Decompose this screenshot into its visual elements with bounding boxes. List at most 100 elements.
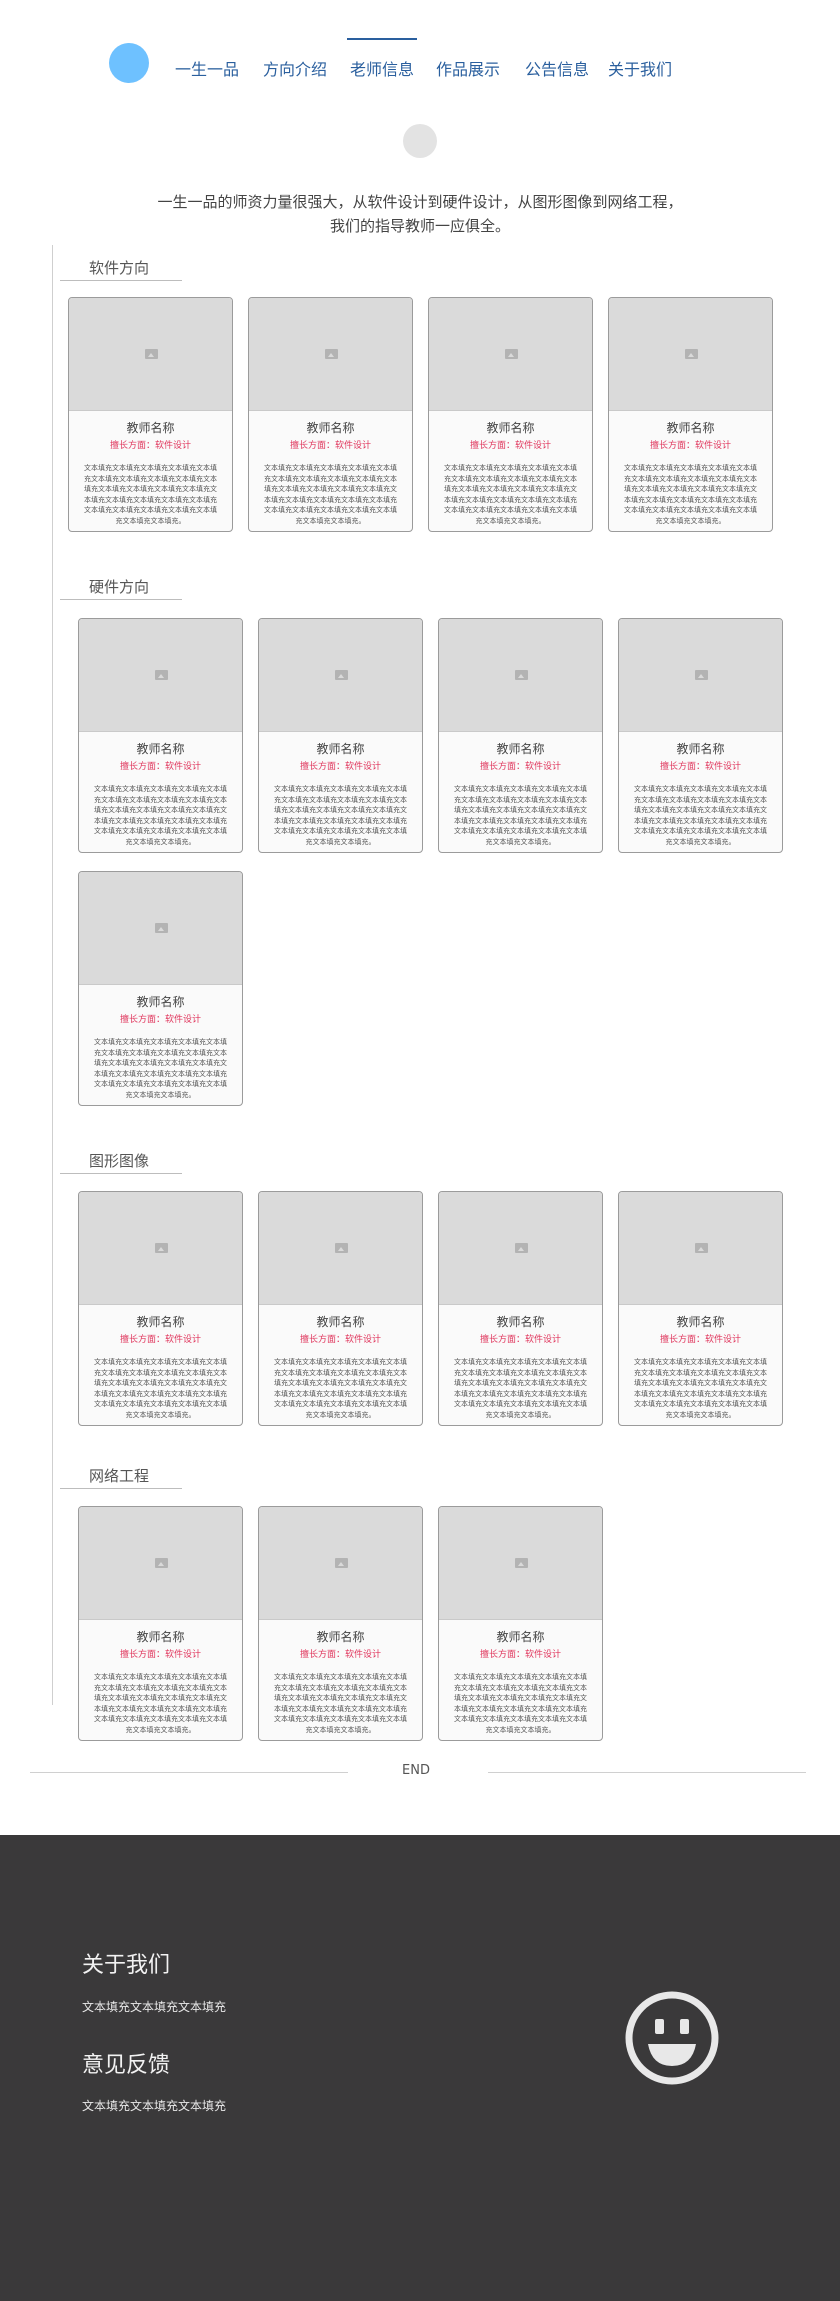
footer-about-title[interactable]: 关于我们 [82,1947,170,1979]
teacher-photo [79,1507,242,1620]
teacher-description: 文本填充文本填充文本填充文本填充文本填充文本填充文本填充文本填充文本填充文本填充… [444,464,577,525]
teacher-photo [79,1192,242,1305]
image-placeholder-icon [505,349,518,359]
nav-item-announcements[interactable]: 公告信息 [525,56,589,80]
teacher-specialty: 擅长方面：软件设计 [659,762,741,772]
teacher-card[interactable]: 教师名称 擅长方面：软件设计 文本填充文本填充文本填充文本填充文本填充文本填充文… [608,297,773,532]
teacher-photo [439,619,602,732]
teacher-description: 文本填充文本填充文本填充文本填充文本填充文本填充文本填充文本填充文本填充文本填充… [94,1038,227,1099]
teacher-card[interactable]: 教师名称 擅长方面：软件设计 文本填充文本填充文本填充文本填充文本填充文本填充文… [438,618,603,853]
teacher-card[interactable]: 教师名称 擅长方面：软件设计 文本填充文本填充文本填充文本填充文本填充文本填充文… [78,618,243,853]
teacher-name: 教师名称 [306,421,355,435]
teacher-card[interactable]: 教师名称 擅长方面：软件设计 文本填充文本填充文本填充文本填充文本填充文本填充文… [258,1191,423,1426]
teacher-card[interactable]: 教师名称 擅长方面：软件设计 文本填充文本填充文本填充文本填充文本填充文本填充文… [258,618,423,853]
footer-feedback-title[interactable]: 意见反馈 [82,2047,170,2079]
image-placeholder-icon [335,1558,348,1568]
teacher-specialty: 擅长方面：软件设计 [119,1650,201,1660]
footer-feedback-text: 文本填充文本填充文本填充 [82,2099,227,2113]
teacher-specialty: 擅长方面：软件设计 [479,1335,561,1345]
teacher-photo [619,619,782,732]
end-label: END [402,1763,430,1778]
image-placeholder-icon [335,1243,348,1253]
teacher-card[interactable]: 教师名称 擅长方面：软件设计 文本填充文本填充文本填充文本填充文本填充文本填充文… [248,297,413,532]
timeline-divider [52,245,53,1705]
teacher-name: 教师名称 [136,742,185,756]
teacher-description: 文本填充文本填充文本填充文本填充文本填充文本填充文本填充文本填充文本填充文本填充… [634,1358,767,1419]
teacher-photo [439,1192,602,1305]
teacher-description: 文本填充文本填充文本填充文本填充文本填充文本填充文本填充文本填充文本填充文本填充… [94,1673,227,1734]
teacher-card[interactable]: 教师名称 擅长方面：软件设计 文本填充文本填充文本填充文本填充文本填充文本填充文… [438,1506,603,1741]
image-placeholder-icon [515,1558,528,1568]
teacher-card[interactable]: 教师名称 擅长方面：软件设计 文本填充文本填充文本填充文本填充文本填充文本填充文… [78,1506,243,1741]
nav-item-teachers[interactable]: 老师信息 [346,38,418,80]
intro-line-2: 我们的指导教师一应俱全。 [329,217,510,235]
nav-item-directions[interactable]: 方向介绍 [263,56,327,80]
teacher-description: 文本填充文本填充文本填充文本填充文本填充文本填充文本填充文本填充文本填充文本填充… [454,1358,587,1419]
end-line-right [488,1772,806,1773]
teacher-description: 文本填充文本填充文本填充文本填充文本填充文本填充文本填充文本填充文本填充文本填充… [624,464,757,525]
section-title-software: 软件方向 [60,257,182,281]
teacher-photo [609,298,772,411]
teacher-name: 教师名称 [136,1315,185,1329]
teacher-name: 教师名称 [486,421,535,435]
section-title-graphics: 图形图像 [60,1150,182,1174]
teacher-photo [79,619,242,732]
teacher-name: 教师名称 [126,421,175,435]
decorative-dot [403,124,437,158]
teacher-description: 文本填充文本填充文本填充文本填充文本填充文本填充文本填充文本填充文本填充文本填充… [274,785,407,846]
teacher-card[interactable]: 教师名称 擅长方面：软件设计 文本填充文本填充文本填充文本填充文本填充文本填充文… [78,871,243,1106]
footer-about-text: 文本填充文本填充文本填充 [82,2000,227,2014]
teacher-photo [429,298,592,411]
teacher-photo [619,1192,782,1305]
nav-item-about[interactable]: 关于我们 [608,56,672,80]
teacher-description: 文本填充文本填充文本填充文本填充文本填充文本填充文本填充文本填充文本填充文本填充… [454,1673,587,1734]
teacher-card[interactable]: 教师名称 擅长方面：软件设计 文本填充文本填充文本填充文本填充文本填充文本填充文… [428,297,593,532]
teacher-description: 文本填充文本填充文本填充文本填充文本填充文本填充文本填充文本填充文本填充文本填充… [84,464,217,525]
smiley-face-icon [625,1991,719,2085]
teacher-name: 教师名称 [496,742,545,756]
teacher-specialty: 擅长方面：软件设计 [479,762,561,772]
teacher-photo [259,619,422,732]
teacher-name: 教师名称 [136,1630,185,1644]
image-placeholder-icon [325,349,338,359]
image-placeholder-icon [335,670,348,680]
teacher-name: 教师名称 [496,1630,545,1644]
end-marker: END [0,1763,840,1783]
teacher-specialty: 擅长方面：软件设计 [649,441,731,451]
teacher-description: 文本填充文本填充文本填充文本填充文本填充文本填充文本填充文本填充文本填充文本填充… [274,1358,407,1419]
teacher-description: 文本填充文本填充文本填充文本填充文本填充文本填充文本填充文本填充文本填充文本填充… [94,785,227,846]
teacher-specialty: 擅长方面：软件设计 [299,1650,381,1660]
image-placeholder-icon [155,670,168,680]
teacher-specialty: 擅长方面：软件设计 [119,1335,201,1345]
teacher-photo [259,1507,422,1620]
section-title-network: 网络工程 [60,1465,182,1489]
section-title-hardware: 硬件方向 [60,576,182,600]
image-placeholder-icon [145,349,158,359]
teacher-name: 教师名称 [496,1315,545,1329]
image-placeholder-icon [155,1243,168,1253]
teacher-description: 文本填充文本填充文本填充文本填充文本填充文本填充文本填充文本填充文本填充文本填充… [94,1358,227,1419]
intro-line-1: 一生一品的师资力量很强大，从软件设计到硬件设计，从图形图像到网络工程， [157,193,683,211]
nav-item-home[interactable]: 一生一品 [175,56,239,80]
teacher-card[interactable]: 教师名称 擅长方面：软件设计 文本填充文本填充文本填充文本填充文本填充文本填充文… [438,1191,603,1426]
nav-item-works[interactable]: 作品展示 [436,56,500,80]
teacher-description: 文本填充文本填充文本填充文本填充文本填充文本填充文本填充文本填充文本填充文本填充… [274,1673,407,1734]
teacher-specialty: 擅长方面：软件设计 [119,762,201,772]
teacher-name: 教师名称 [316,1315,365,1329]
teacher-name: 教师名称 [676,742,725,756]
image-placeholder-icon [155,1558,168,1568]
teacher-specialty: 擅长方面：软件设计 [479,1650,561,1660]
teacher-specialty: 擅长方面：软件设计 [299,762,381,772]
teacher-specialty: 擅长方面：软件设计 [289,441,371,451]
teacher-photo [439,1507,602,1620]
teacher-description: 文本填充文本填充文本填充文本填充文本填充文本填充文本填充文本填充文本填充文本填充… [264,464,397,525]
end-line-left [30,1772,348,1773]
teacher-card[interactable]: 教师名称 擅长方面：软件设计 文本填充文本填充文本填充文本填充文本填充文本填充文… [618,618,783,853]
footer: 关于我们 文本填充文本填充文本填充 意见反馈 文本填充文本填充文本填充 [0,1835,840,2301]
teacher-card[interactable]: 教师名称 擅长方面：软件设计 文本填充文本填充文本填充文本填充文本填充文本填充文… [258,1506,423,1741]
teacher-photo [69,298,232,411]
teacher-name: 教师名称 [316,742,365,756]
teacher-card[interactable]: 教师名称 擅长方面：软件设计 文本填充文本填充文本填充文本填充文本填充文本填充文… [68,297,233,532]
teacher-card[interactable]: 教师名称 擅长方面：软件设计 文本填充文本填充文本填充文本填充文本填充文本填充文… [78,1191,243,1426]
teacher-card[interactable]: 教师名称 擅长方面：软件设计 文本填充文本填充文本填充文本填充文本填充文本填充文… [618,1191,783,1426]
